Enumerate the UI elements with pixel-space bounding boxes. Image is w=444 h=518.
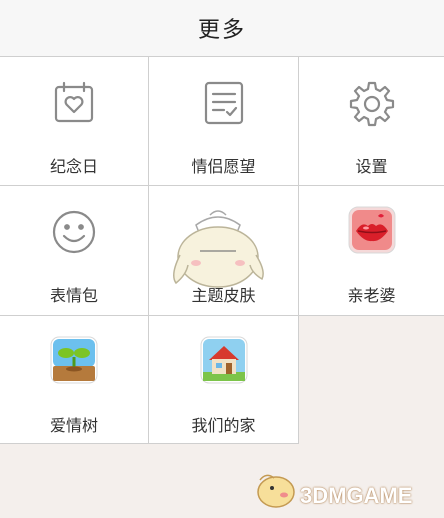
gear-icon — [348, 79, 396, 127]
grid-item-label: 我们的家 — [191, 416, 256, 435]
calendar-heart-icon — [50, 79, 98, 127]
grid-item-label: 设置 — [355, 157, 388, 176]
grid-item-kiss-wife[interactable]: 亲老婆 — [299, 186, 444, 316]
checklist-icon — [200, 79, 248, 127]
grid-item-label: 纪念日 — [49, 157, 98, 176]
page-title: 更多 — [197, 18, 246, 43]
grid-item-settings[interactable]: 设置 — [299, 57, 444, 186]
page-header: 更多 — [0, 0, 444, 57]
grid-item-couple-wishes[interactable]: 情侣愿望 — [149, 57, 299, 186]
grid-item-stickers[interactable]: 表情包 — [0, 186, 149, 316]
grid-item-label: 亲老婆 — [347, 286, 396, 305]
grid-item-our-home[interactable]: 我们的家 — [149, 316, 299, 444]
grid-item-anniversary[interactable]: 纪念日 — [0, 57, 149, 186]
smiley-icon — [50, 208, 98, 256]
watermark-text: 3DMGAME — [300, 483, 413, 508]
grid-item-label: 表情包 — [49, 286, 98, 305]
grid-item-love-tree[interactable]: 爱情树 — [0, 316, 149, 444]
love-tree-icon — [50, 336, 98, 384]
kiss-lips-icon — [348, 206, 396, 254]
mascot-illustration — [166, 205, 270, 295]
grid-item-label: 情侣愿望 — [191, 157, 256, 176]
house-icon — [200, 336, 248, 384]
grid-item-label: 爱情树 — [49, 416, 98, 435]
